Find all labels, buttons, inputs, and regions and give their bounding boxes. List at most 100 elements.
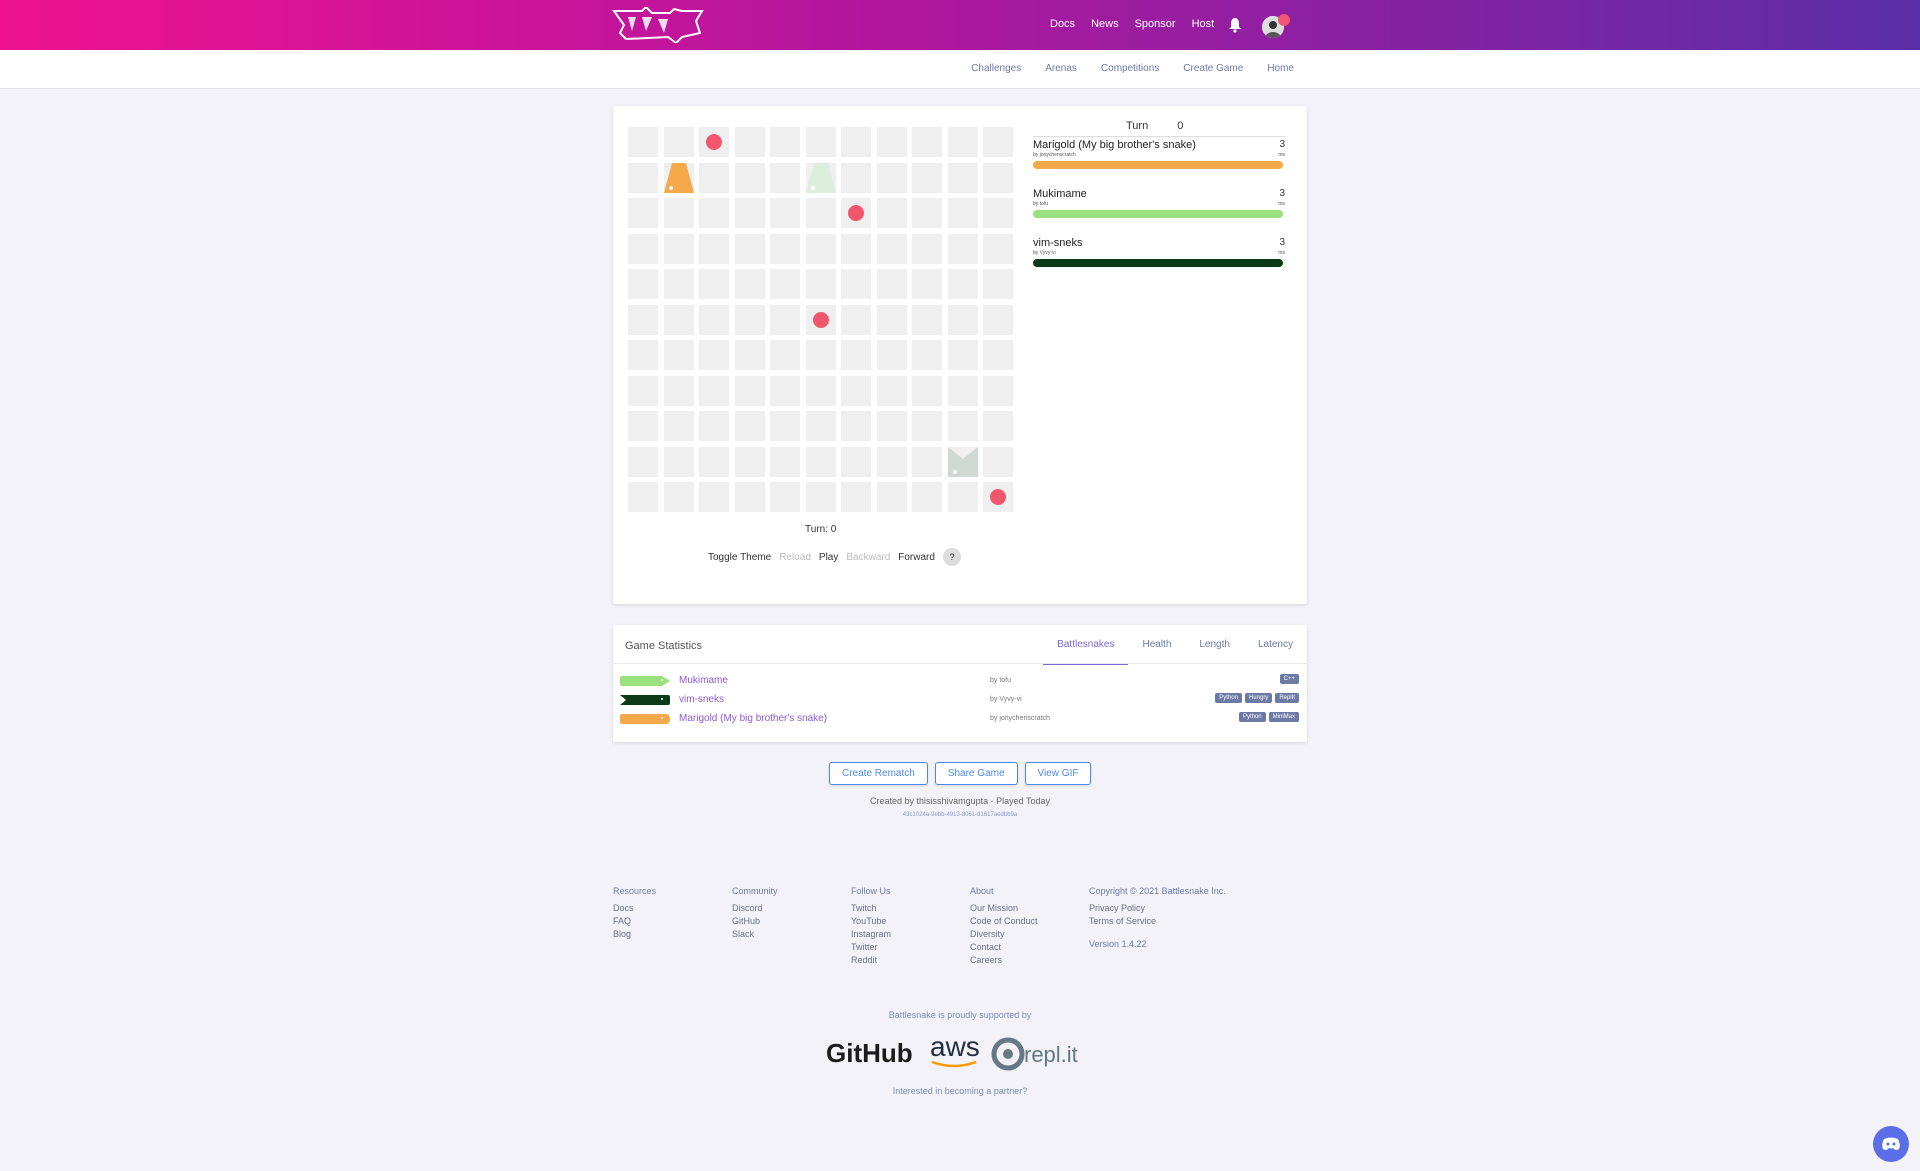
- nav-sponsor[interactable]: Sponsor: [1135, 18, 1176, 30]
- toggle-theme-button[interactable]: Toggle Theme: [708, 552, 771, 563]
- board-cell: [663, 411, 694, 441]
- footer-link-discord[interactable]: Discord: [732, 902, 851, 915]
- view-gif-button[interactable]: View GIF: [1024, 762, 1092, 785]
- board-cell: [699, 375, 729, 406]
- subnav-arenas[interactable]: Arenas: [1045, 63, 1077, 74]
- food-pellet: [812, 311, 829, 328]
- share-game-button[interactable]: Share Game: [934, 762, 1018, 785]
- board-cell: [876, 127, 907, 157]
- board-cell: [947, 198, 978, 228]
- footer-link-faq[interactable]: FAQ: [613, 915, 732, 928]
- footer-link-code-of-conduct[interactable]: Code of Conduct: [970, 915, 1089, 928]
- subnav-challenges[interactable]: Challenges: [971, 63, 1021, 74]
- board-cell: [770, 482, 800, 512]
- board-cell: [770, 162, 800, 193]
- create-rematch-button[interactable]: Create Rematch: [829, 762, 928, 785]
- help-button[interactable]: ?: [942, 548, 961, 566]
- footer-link-diversity[interactable]: Diversity: [970, 928, 1089, 941]
- board-cell: [947, 411, 978, 441]
- language-tag[interactable]: Python: [1238, 712, 1266, 722]
- footer-link-blog[interactable]: Blog: [613, 928, 732, 941]
- footer-link-reddit[interactable]: Reddit: [851, 954, 970, 967]
- strategy-tag[interactable]: MiniMax: [1268, 712, 1299, 722]
- board-cell: [912, 233, 942, 264]
- board-cell: [947, 127, 978, 157]
- footer-link-contact[interactable]: Contact: [970, 941, 1089, 954]
- board-cell: [699, 162, 729, 193]
- board-cell: [628, 162, 658, 193]
- github-logo[interactable]: GitHub: [826, 1038, 913, 1068]
- snake-latency-unit: ms: [1278, 201, 1285, 207]
- snake-head-marigold: [663, 162, 694, 193]
- footer-link-docs[interactable]: Docs: [613, 902, 732, 915]
- backward-button[interactable]: Backward: [846, 552, 890, 563]
- footer-link-terms[interactable]: Terms of Service: [1089, 915, 1269, 928]
- discord-chat-button[interactable]: [1873, 1126, 1909, 1162]
- platform-tag[interactable]: ReplIt: [1275, 693, 1299, 703]
- board-cell: [628, 233, 658, 264]
- footer-link-our-mission[interactable]: Our Mission: [970, 902, 1089, 915]
- reload-button[interactable]: Reload: [779, 552, 811, 563]
- snake-link[interactable]: vim-sneks: [679, 694, 724, 705]
- footer-link-youtube[interactable]: YouTube: [851, 915, 970, 928]
- table-row: Mukimame by tofu C++: [613, 673, 1307, 689]
- board-cell: [805, 411, 836, 441]
- board-cell: [912, 127, 942, 157]
- footer-link-careers[interactable]: Careers: [970, 954, 1089, 967]
- tab-battlesnakes[interactable]: Battlesnakes: [1043, 625, 1129, 665]
- footer-link-privacy[interactable]: Privacy Policy: [1089, 902, 1269, 915]
- footer-heading: Resources: [613, 886, 657, 896]
- footer-link-twitter[interactable]: Twitter: [851, 941, 970, 954]
- board-cell: [663, 446, 694, 477]
- board-cell: [699, 411, 729, 441]
- board-cell: [805, 340, 836, 370]
- nav-docs[interactable]: Docs: [1050, 18, 1075, 30]
- game-statistics-card: Game Statistics Battlesnakes Health Leng…: [613, 625, 1307, 742]
- turn-number: 0: [1177, 120, 1184, 132]
- forward-button[interactable]: Forward: [898, 552, 935, 563]
- tab-latency[interactable]: Latency: [1244, 625, 1307, 663]
- nav-news[interactable]: News: [1091, 18, 1119, 30]
- subnav-competitions[interactable]: Competitions: [1101, 63, 1159, 74]
- board-cell: [770, 411, 800, 441]
- board-cell: [628, 375, 658, 406]
- footer-link-twitch[interactable]: Twitch: [851, 902, 970, 915]
- board-cell: [663, 269, 694, 299]
- snake-link[interactable]: Mukimame: [679, 675, 728, 686]
- board-cell: [770, 304, 800, 335]
- subnav-home[interactable]: Home: [1267, 63, 1294, 74]
- language-tag[interactable]: C++: [1279, 674, 1299, 684]
- strategy-tag[interactable]: Hungry: [1244, 693, 1273, 703]
- footer-link-github[interactable]: GitHub: [732, 915, 851, 928]
- replit-logo[interactable]: repl.it: [1024, 1042, 1078, 1067]
- board-cell: [663, 304, 694, 335]
- board-cell: [628, 411, 658, 441]
- snake-latency-unit: ms: [1278, 152, 1285, 158]
- board-cell: [912, 198, 942, 228]
- bell-icon[interactable]: [1228, 17, 1242, 33]
- board-cell: [734, 446, 765, 477]
- top-nav: Docs News Sponsor Host: [1050, 18, 1214, 30]
- board-cell: [912, 375, 942, 406]
- board-cell: [876, 482, 907, 512]
- board-cell: [947, 340, 978, 370]
- board-cell: [983, 304, 1013, 335]
- language-tag[interactable]: Python: [1215, 693, 1242, 703]
- tab-length[interactable]: Length: [1185, 625, 1244, 663]
- aws-logo[interactable]: aws: [930, 1031, 980, 1062]
- snake-head-mukimame: [805, 162, 836, 193]
- nav-host[interactable]: Host: [1192, 18, 1215, 30]
- footer-link-slack[interactable]: Slack: [732, 928, 851, 941]
- board-cell: [628, 340, 658, 370]
- partner-link[interactable]: Interested in becoming a partner?: [0, 1086, 1920, 1096]
- snake-link[interactable]: Marigold (My big brother's snake): [679, 713, 827, 724]
- sponsors-heading: Battlesnake is proudly supported by: [888, 1010, 1032, 1020]
- tab-health[interactable]: Health: [1128, 625, 1185, 663]
- play-button[interactable]: Play: [819, 552, 838, 563]
- battlesnake-logo[interactable]: [612, 7, 704, 43]
- footer-link-instagram[interactable]: Instagram: [851, 928, 970, 941]
- board-cell: [628, 304, 658, 335]
- subnav-create-game[interactable]: Create Game: [1183, 63, 1243, 74]
- board-cell: [663, 198, 694, 228]
- game-board: [628, 127, 1018, 517]
